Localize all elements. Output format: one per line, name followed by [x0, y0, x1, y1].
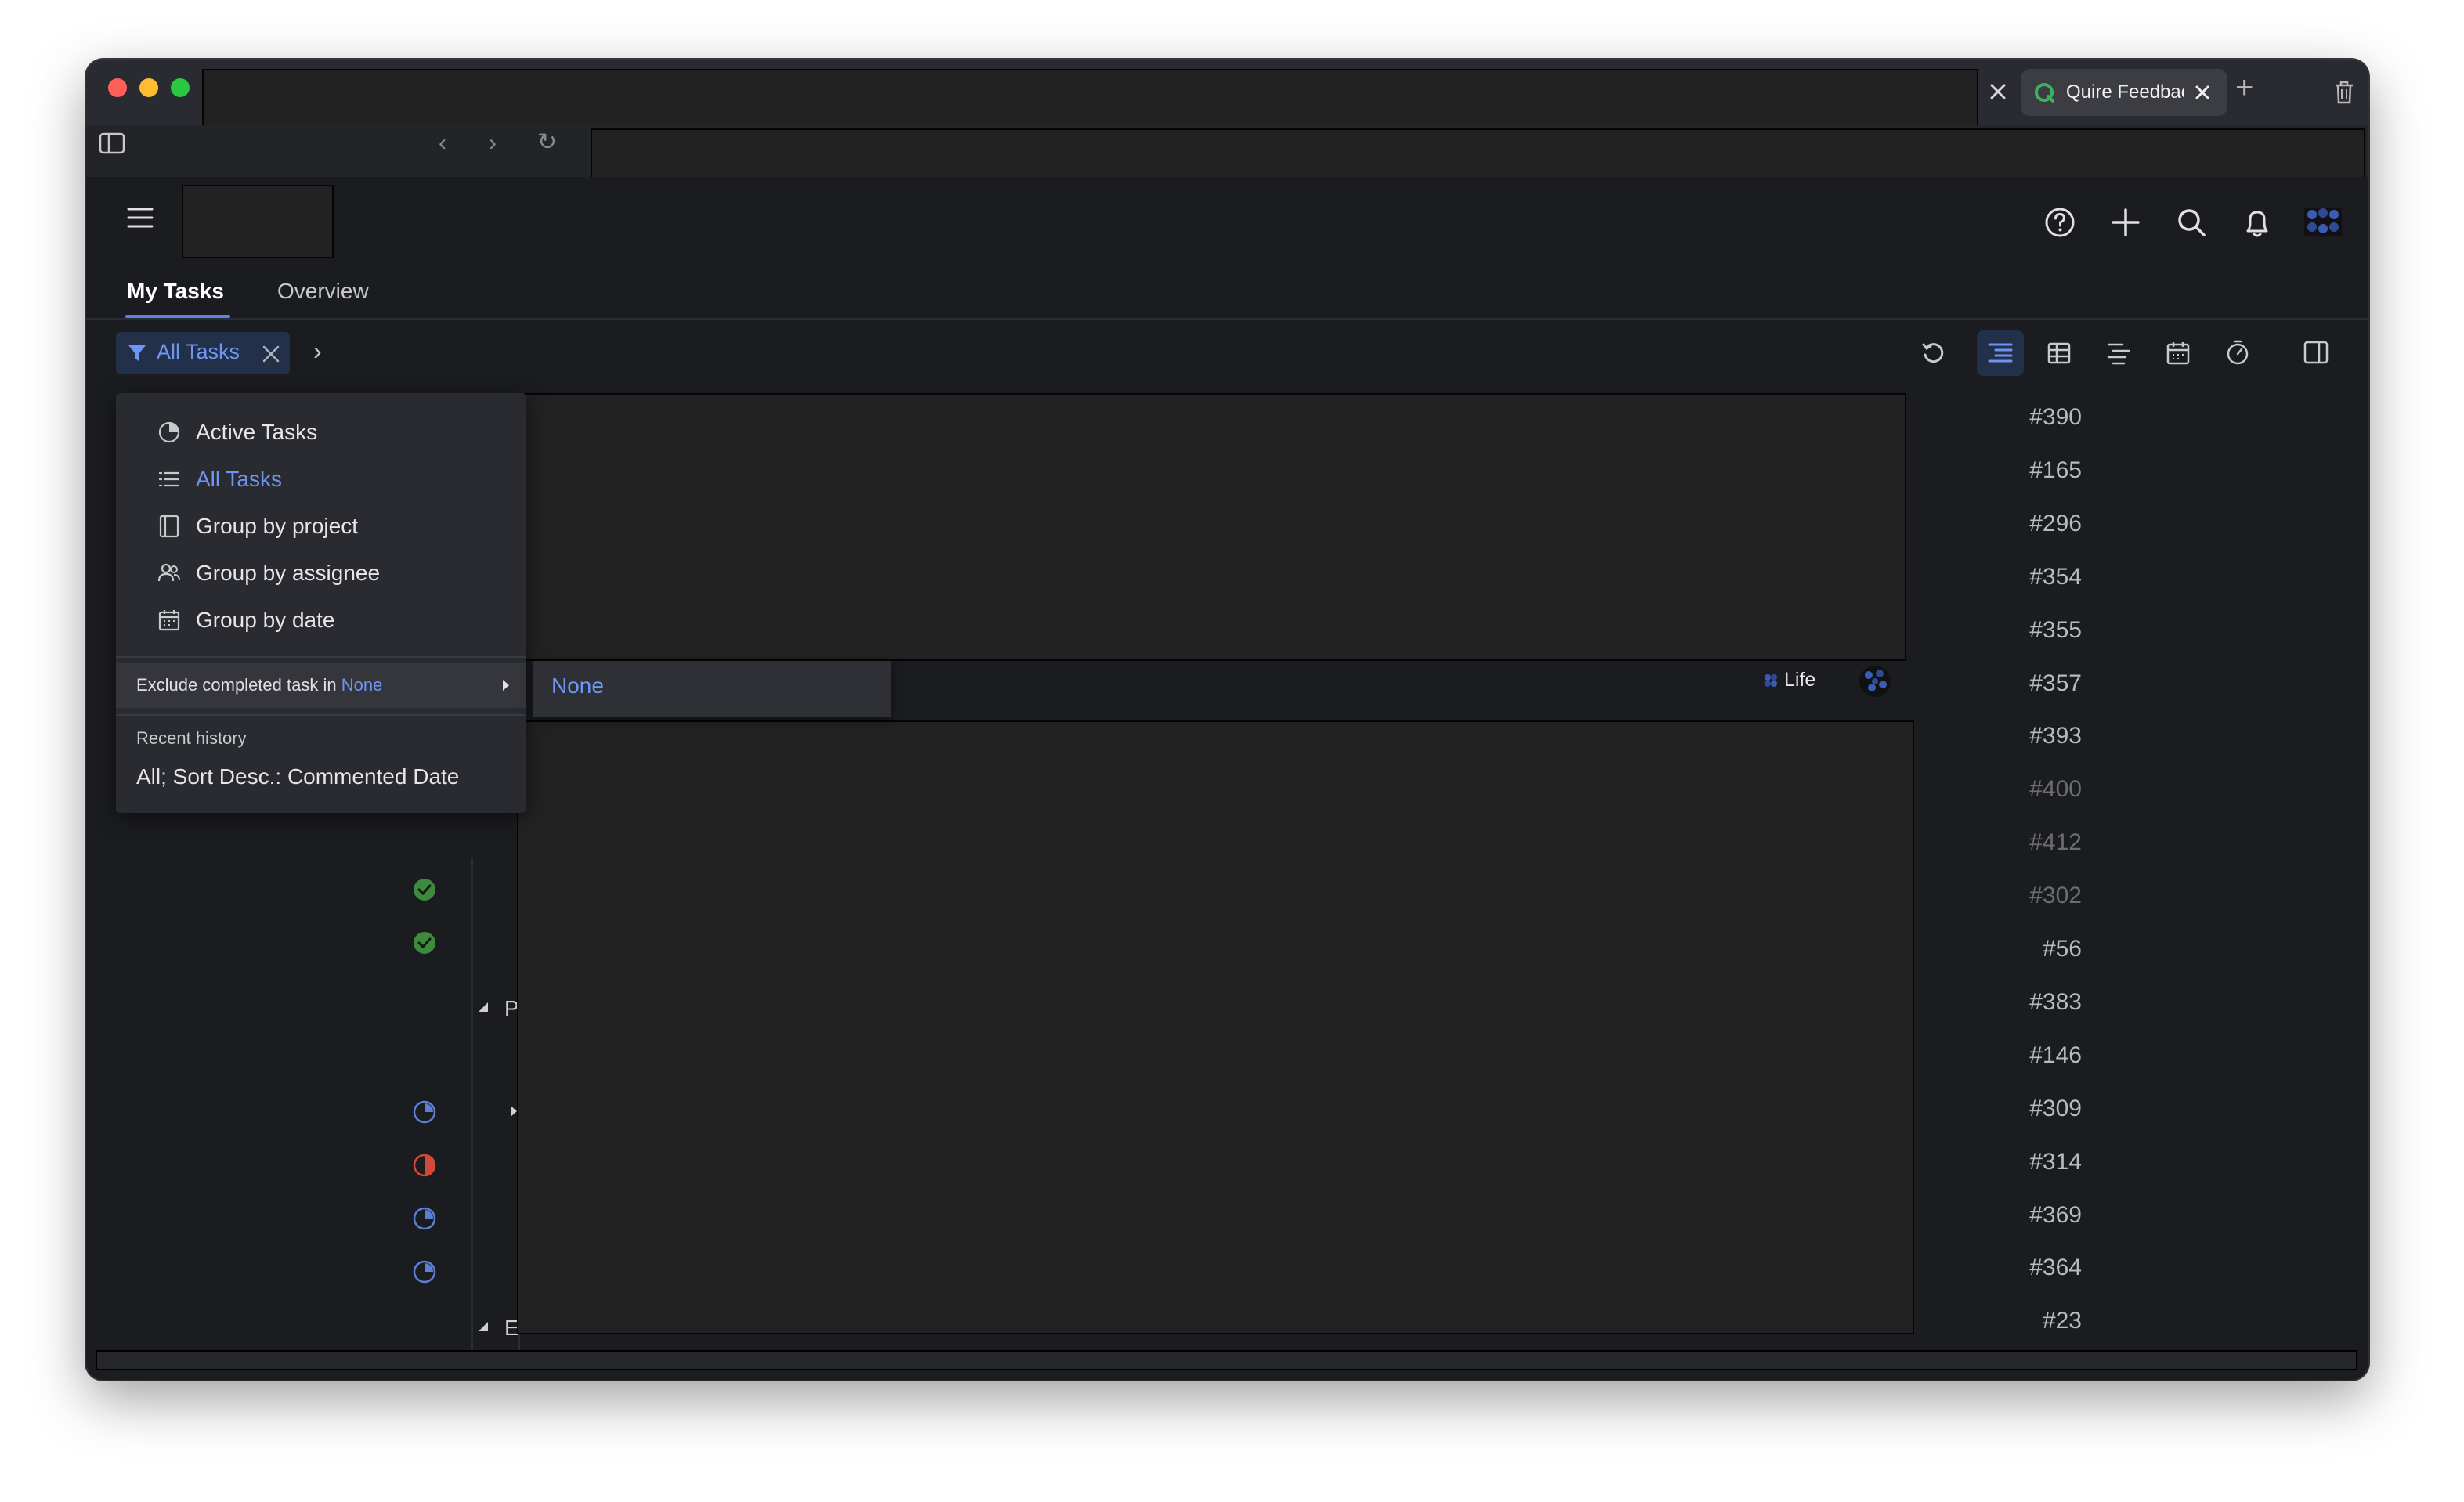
task-id[interactable]: #369	[1988, 1202, 2082, 1229]
menu-item-group-by-date[interactable]: Group by date	[116, 597, 526, 644]
back-icon[interactable]: ‹	[439, 130, 446, 157]
refresh-icon[interactable]	[1920, 340, 1947, 366]
close-window-button[interactable]	[108, 78, 127, 97]
menu-item-active-tasks[interactable]: Active Tasks	[116, 409, 526, 456]
sidebar-toggle-icon[interactable]	[99, 132, 125, 155]
new-tab-button[interactable]: +	[2235, 70, 2253, 106]
project-icon	[157, 514, 182, 539]
menu-item-label: Active Tasks	[196, 420, 318, 444]
task-id[interactable]: #309	[1988, 1096, 2082, 1122]
tag-icon	[1762, 672, 1779, 689]
submenu-option-none[interactable]: None	[551, 673, 604, 699]
chevron-right-icon[interactable]: ›	[313, 337, 322, 366]
task-id[interactable]: #357	[1988, 670, 2082, 697]
redacted-task-rows	[517, 720, 1914, 1334]
close-tab-icon[interactable]	[2193, 83, 2212, 102]
task-id[interactable]: #390	[1988, 404, 2082, 431]
menu-item-all-tasks[interactable]: All Tasks	[116, 456, 526, 503]
quire-logo-icon	[2033, 81, 2055, 103]
task-status-done-icon[interactable]	[412, 877, 437, 902]
tab-my-tasks[interactable]: My Tasks	[127, 279, 224, 304]
task-status-in-progress-icon[interactable]	[412, 1099, 437, 1125]
task-id[interactable]: #383	[1988, 989, 2082, 1016]
reload-icon[interactable]: ↻	[537, 128, 557, 156]
maximize-window-button[interactable]	[171, 78, 190, 97]
status-bar	[96, 1350, 2357, 1370]
tab-title: Quire Feedback	[2066, 81, 2184, 103]
close-tab-icon[interactable]	[1988, 81, 2008, 102]
task-id[interactable]: #400	[1988, 776, 2082, 803]
task-id[interactable]: #296	[1988, 511, 2082, 537]
menu-icon[interactable]	[127, 207, 154, 229]
add-icon[interactable]	[2110, 207, 2141, 238]
exclude-completed-label: Exclude completed task in None	[136, 675, 382, 695]
redacted-task-rows	[525, 393, 1906, 661]
task-tag-label[interactable]: Life	[1784, 669, 1815, 691]
task-status-in-progress-icon[interactable]	[412, 1206, 437, 1231]
menu-item-label: Group by date	[196, 608, 335, 632]
menu-divider	[116, 714, 526, 716]
calendar-view-icon[interactable]	[2165, 340, 2191, 366]
task-id[interactable]: #165	[1988, 457, 2082, 484]
task-status-in-progress-icon[interactable]	[412, 1259, 437, 1284]
menu-item-group-by-project[interactable]: Group by project	[116, 503, 526, 550]
filter-icon	[127, 343, 147, 363]
browser-tab-quire-feedback[interactable]: Quire Feedback	[2021, 69, 2227, 116]
menu-item-exclude-completed[interactable]: Exclude completed task in None	[116, 663, 526, 708]
task-id[interactable]: #355	[1988, 617, 2082, 644]
task-id[interactable]: #412	[1988, 829, 2082, 856]
tab-overview[interactable]: Overview	[277, 279, 369, 304]
bell-icon[interactable]	[2242, 207, 2273, 240]
task-id[interactable]: #354	[1988, 564, 2082, 590]
app-header	[86, 177, 2368, 307]
task-id[interactable]: #314	[1988, 1149, 2082, 1175]
exclude-completed-submenu: None	[533, 661, 891, 717]
recent-history-item[interactable]: All; Sort Desc.: Commented Date	[136, 764, 459, 789]
task-id[interactable]: #302	[1988, 883, 2082, 909]
submenu-arrow-icon	[501, 678, 511, 692]
collapse-group-icon[interactable]	[476, 1001, 490, 1015]
redacted-logo	[182, 185, 334, 258]
menu-item-label: Group by project	[196, 514, 358, 538]
exclude-value: None	[341, 675, 383, 695]
filter-chip-label: All Tasks	[157, 340, 240, 363]
menu-divider	[116, 656, 526, 658]
table-view-icon[interactable]	[2046, 340, 2072, 366]
search-icon[interactable]	[2176, 207, 2207, 238]
menu-item-label: All Tasks	[196, 467, 282, 491]
tree-guide-line	[471, 858, 473, 1359]
menu-item-label: Group by assignee	[196, 561, 381, 585]
task-id[interactable]: #146	[1988, 1042, 2082, 1069]
task-id[interactable]: #23	[1988, 1308, 2082, 1334]
task-id[interactable]: #364	[1988, 1255, 2082, 1281]
exclude-prefix: Exclude completed task in	[136, 675, 337, 695]
timer-icon[interactable]	[2224, 338, 2251, 366]
browser-window: Quire Feedback + ‹ › ↻ My Tas	[86, 60, 2368, 1380]
help-icon[interactable]	[2044, 207, 2076, 238]
list-icon	[157, 467, 182, 492]
task-id[interactable]: #56	[1988, 936, 2082, 962]
timeline-view-icon[interactable]	[2105, 340, 2132, 366]
filter-dropdown: Active Tasks All Tasks Group by project …	[116, 393, 526, 813]
people-icon	[157, 561, 182, 586]
assignee-avatar[interactable]	[1858, 664, 1892, 699]
clear-filter-icon[interactable]	[262, 345, 280, 363]
header-divider	[86, 318, 2368, 320]
task-id[interactable]: #393	[1988, 723, 2082, 749]
task-status-overdue-icon[interactable]	[412, 1153, 437, 1178]
trash-icon[interactable]	[2332, 80, 2356, 105]
menu-item-group-by-assignee[interactable]: Group by assignee	[116, 550, 526, 597]
recent-history-heading: Recent history	[136, 728, 247, 748]
pie-chart-icon	[157, 420, 182, 445]
calendar-icon	[157, 608, 182, 633]
minimize-window-button[interactable]	[139, 78, 158, 97]
side-panel-toggle-icon[interactable]	[2303, 340, 2329, 365]
collapse-group-icon[interactable]	[476, 1320, 490, 1334]
list-view-icon	[1986, 340, 2014, 366]
task-status-done-icon[interactable]	[412, 930, 437, 955]
avatar[interactable]	[2301, 204, 2345, 243]
forward-icon[interactable]: ›	[489, 130, 497, 157]
